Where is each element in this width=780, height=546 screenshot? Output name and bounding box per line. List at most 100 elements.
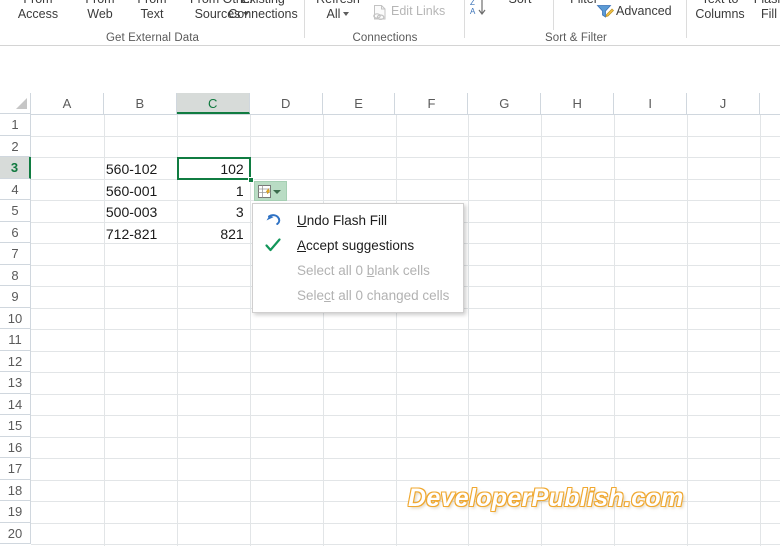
edit-links-label: Edit Links xyxy=(391,4,446,18)
gridline-horizontal xyxy=(31,329,780,330)
gridline-vertical xyxy=(322,115,324,546)
sort-za-icon[interactable]: Z A xyxy=(470,0,490,23)
gridline-horizontal xyxy=(31,350,780,352)
column-header-I[interactable]: I xyxy=(614,93,688,114)
flash-fill-menu-item-0[interactable]: Undo Flash Fill xyxy=(253,208,463,233)
ribbon-group-connections: Refresh All Edit Links Connections xyxy=(305,0,465,46)
refresh-all-line1: Refresh xyxy=(309,0,367,7)
ribbon-button-refresh-all[interactable]: Refresh All xyxy=(309,0,367,22)
flash-fill-menu-item-label: Accept suggestions xyxy=(297,238,415,253)
ribbon-button-existing-connections[interactable]: Existing Connections xyxy=(208,0,318,22)
gridline-horizontal xyxy=(31,436,780,438)
row-header-12[interactable]: 12 xyxy=(0,350,31,372)
row-header-14[interactable]: 14 xyxy=(0,393,31,415)
ribbon-button-sort[interactable]: Sort xyxy=(495,0,545,7)
row-header-11[interactable]: 11 xyxy=(0,329,31,351)
refresh-all-label: All xyxy=(326,7,341,21)
cell-C6[interactable]: 821 xyxy=(179,224,243,244)
cell-B6[interactable]: 712-821 xyxy=(106,224,171,244)
ribbon-separator xyxy=(553,0,554,30)
row-header-19[interactable]: 19 xyxy=(0,501,31,523)
gridline-vertical xyxy=(760,115,761,546)
row-header-16[interactable]: 16 xyxy=(0,436,31,458)
gridline-horizontal xyxy=(31,501,780,502)
cell-C5[interactable]: 3 xyxy=(179,202,244,222)
ribbon-group-label-connections: Connections xyxy=(352,32,418,44)
column-header-E[interactable]: E xyxy=(322,93,396,114)
gridline-vertical xyxy=(103,115,105,546)
gridline-vertical xyxy=(395,115,397,546)
select-all-corner[interactable] xyxy=(0,93,31,114)
worksheet-grid[interactable]: 560-102 560-001 500-003 712-821 102 1 3 821 A B C D… xyxy=(0,93,780,546)
existing-conn-line1: Existing xyxy=(208,0,318,7)
ribbon-button-from-web[interactable]: From Web xyxy=(74,0,126,22)
column-header-D[interactable]: D xyxy=(249,93,323,114)
gridline-horizontal xyxy=(31,157,780,158)
cell-B4[interactable]: 560-001 xyxy=(106,181,171,201)
gridline-vertical xyxy=(541,115,543,546)
gridline-vertical xyxy=(687,115,689,546)
column-header-B[interactable]: B xyxy=(103,93,177,114)
column-header-A[interactable]: A xyxy=(31,93,104,114)
text-to-columns-line1: Text to xyxy=(689,0,751,7)
row-header-7[interactable]: 7 xyxy=(0,243,31,265)
existing-conn-line2: Connections xyxy=(228,7,298,21)
row-header-13[interactable]: 13 xyxy=(0,372,31,394)
from-web-line2: Web xyxy=(87,7,113,21)
row-header-2[interactable]: 2 xyxy=(0,135,31,157)
flash-fill-options-menu: Undo Flash Fill Accept suggestions Select … xyxy=(252,203,464,313)
edit-links-icon xyxy=(371,4,388,26)
ribbon-group-data-tools: Text to Columns Flash Fill xyxy=(687,0,780,46)
ribbon-button-advanced[interactable]: Advanced xyxy=(616,4,686,19)
column-header-J[interactable]: J xyxy=(687,93,760,114)
row-header-4[interactable]: 4 xyxy=(0,178,31,200)
cell-B5[interactable]: 500-003 xyxy=(106,202,171,222)
gridline-horizontal xyxy=(31,479,780,481)
row-header-3[interactable]: 3 xyxy=(0,157,31,179)
row-header-5[interactable]: 5 xyxy=(0,200,31,222)
row-header-9[interactable]: 9 xyxy=(0,286,31,308)
ribbon-group-label-sort-filter: Sort & Filter xyxy=(544,32,607,44)
advanced-filter-icon[interactable] xyxy=(596,3,614,26)
cell-C4[interactable]: 1 xyxy=(179,181,244,201)
row-header-1[interactable]: 1 xyxy=(0,114,31,136)
flash-fill-line1: Flash xyxy=(749,0,780,7)
excel-window: From Access From Web From Text From Othe… xyxy=(0,0,780,546)
flash-fill-menu-item-label: Select all 0 blank cells xyxy=(297,263,430,278)
chevron-down-icon[interactable] xyxy=(343,12,350,16)
flash-fill-menu-item-3: Select all 0 changed cells xyxy=(253,283,463,308)
row-header-6[interactable]: 6 xyxy=(0,221,31,243)
from-text-line1: From xyxy=(128,0,176,7)
chevron-down-icon[interactable] xyxy=(273,190,281,194)
ribbon-button-text-to-columns[interactable]: Text to Columns xyxy=(689,0,751,22)
text-to-columns-line2: Columns xyxy=(695,7,745,21)
gridline-horizontal xyxy=(31,135,780,137)
row-header-17[interactable]: 17 xyxy=(0,458,31,480)
row-header-20[interactable]: 20 xyxy=(0,522,31,544)
row-header-8[interactable]: 8 xyxy=(0,264,31,286)
from-text-line2: Text xyxy=(140,7,164,21)
row-header-18[interactable]: 18 xyxy=(0,479,31,501)
svg-text:A: A xyxy=(470,7,476,16)
ribbon-button-from-access[interactable]: From Access xyxy=(4,0,72,22)
cell-B3[interactable]: 560-102 xyxy=(106,159,171,179)
advanced-label: Advanced xyxy=(616,4,672,18)
flash-fill-options-button[interactable] xyxy=(254,181,287,201)
ribbon-button-flash-fill[interactable]: Flash Fill xyxy=(749,0,780,22)
column-header-H[interactable]: H xyxy=(541,93,615,114)
flash-fill-menu-item-label: Select all 0 changed cells xyxy=(297,288,450,303)
from-web-line1: From xyxy=(74,0,126,7)
cell-C3[interactable]: 102 xyxy=(179,159,243,179)
ribbon-button-from-text[interactable]: From Text xyxy=(128,0,176,22)
gridline-horizontal xyxy=(31,415,780,416)
gridline-horizontal xyxy=(31,458,780,459)
gridline-horizontal xyxy=(31,200,780,201)
flash-fill-menu-item-1[interactable]: Accept suggestions xyxy=(253,233,463,258)
row-header-15[interactable]: 15 xyxy=(0,415,31,437)
column-header-G[interactable]: G xyxy=(468,93,542,114)
row-header-10[interactable]: 10 xyxy=(0,307,31,329)
select-all-triangle-icon xyxy=(16,98,27,109)
flash-fill-line2: Fill xyxy=(761,7,777,21)
column-header-F[interactable]: F xyxy=(395,93,469,114)
column-header-C[interactable]: C xyxy=(176,93,250,114)
